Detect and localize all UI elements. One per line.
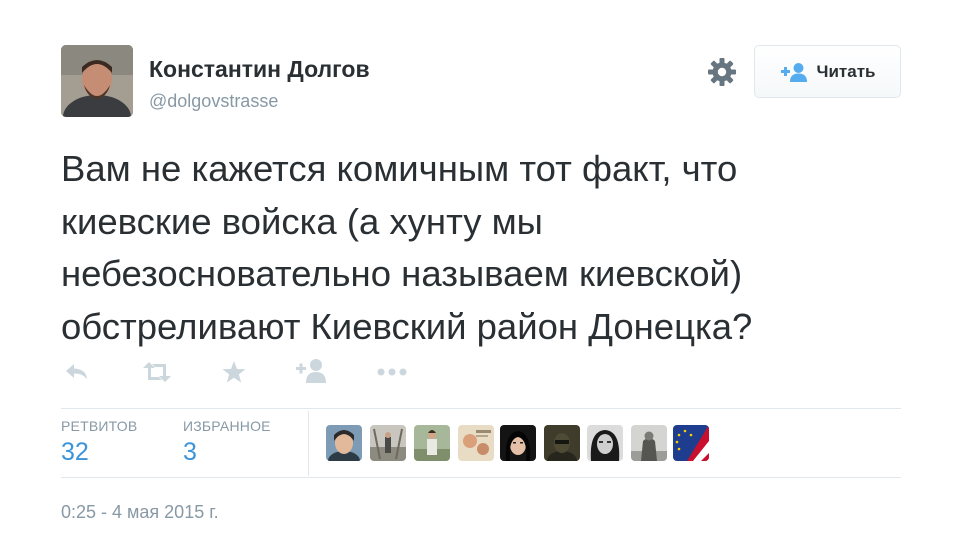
user-avatar-3[interactable]: [414, 425, 450, 461]
user-avatar-5[interactable]: [500, 425, 536, 461]
user-avatar-4[interactable]: [458, 425, 494, 461]
retweet-count[interactable]: 32: [61, 438, 137, 467]
tweet-timestamp[interactable]: 0:25 - 4 мая 2015 г.: [61, 502, 219, 523]
user-avatar-2[interactable]: [370, 425, 406, 461]
stats-bottom-divider: [61, 477, 901, 478]
author-name[interactable]: Константин Долгов: [149, 56, 370, 83]
user-avatar-6[interactable]: [544, 425, 580, 461]
gear-icon[interactable]: [705, 55, 739, 89]
retweet-icon[interactable]: [141, 358, 173, 391]
favorite-stat[interactable]: ИЗБРАННОЕ 3: [183, 418, 271, 467]
follow-icon[interactable]: [295, 358, 329, 391]
user-avatar-8[interactable]: [631, 425, 667, 461]
follow-button-label: Читать: [816, 61, 876, 81]
retweet-stat[interactable]: РЕТВИТОВ 32: [61, 418, 137, 467]
add-user-icon: [780, 62, 807, 82]
stats-vertical-divider: [308, 411, 309, 476]
author-avatar[interactable]: [61, 45, 133, 117]
user-avatar-9[interactable]: [673, 425, 709, 461]
follow-button[interactable]: Читать: [754, 45, 901, 98]
favorite-count[interactable]: 3: [183, 438, 271, 467]
more-icon[interactable]: [376, 358, 408, 391]
favorite-icon[interactable]: [220, 358, 248, 391]
retweet-stat-label: РЕТВИТОВ: [61, 418, 138, 434]
author-handle[interactable]: @dolgovstrasse: [149, 91, 278, 112]
favorite-stat-label: ИЗБРАННОЕ: [183, 418, 271, 434]
stats-top-divider: [61, 408, 901, 409]
user-avatar-7[interactable]: [587, 425, 623, 461]
user-avatar-1[interactable]: [326, 425, 362, 461]
tweet-text: Вам не кажется комичным тот факт, что ки…: [61, 148, 753, 347]
reply-icon[interactable]: [63, 358, 91, 391]
